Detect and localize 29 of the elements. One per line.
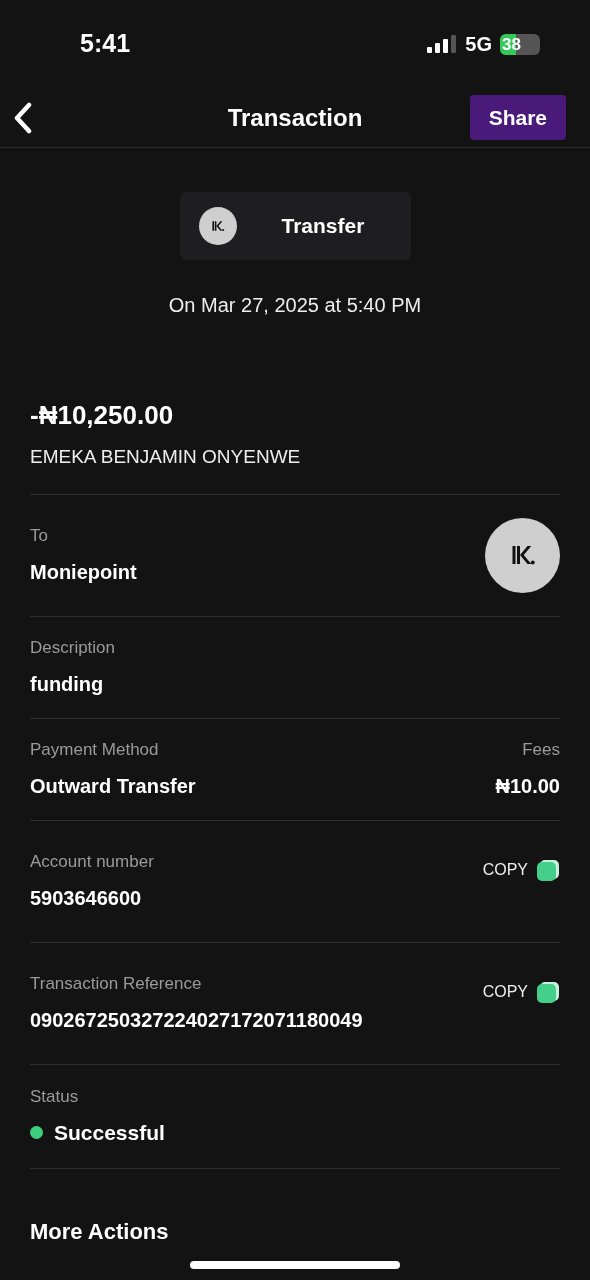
signal-icon — [427, 34, 458, 54]
copy-button[interactable]: COPY — [482, 979, 560, 1004]
logo-icon — [198, 207, 237, 245]
copy-icon — [536, 857, 560, 882]
field-label: Payment Method — [30, 739, 159, 762]
network-label: 5G — [465, 32, 492, 57]
field-label: To — [30, 525, 48, 548]
copy-icon — [536, 979, 560, 1004]
copy-button[interactable]: COPY — [482, 857, 560, 882]
field-value: ₦10.00 — [495, 773, 560, 799]
field-label: Description — [30, 637, 116, 660]
transaction-type-chip: Transfer — [179, 192, 411, 260]
field-label: Fees — [522, 739, 560, 762]
recipient-name: EMEKA BENJAMIN ONYENWE — [30, 445, 301, 469]
field-value: Outward Transfer — [30, 773, 196, 799]
status-value: Successful — [54, 1120, 165, 1146]
share-button[interactable]: Share — [469, 95, 566, 140]
field-value: Moniepoint — [30, 559, 137, 585]
field-label: Status — [30, 1085, 79, 1108]
field-value: funding — [30, 671, 104, 697]
screen-title: Transaction — [227, 102, 363, 133]
section-heading: More Actions — [30, 1218, 169, 1244]
amount-text: -₦10,250.00 — [30, 399, 174, 432]
field-label: Transaction Reference — [30, 973, 202, 996]
field-value: 5903646600 — [30, 885, 142, 911]
status-time: 5:41 — [80, 28, 131, 60]
transaction-date: On Mar 27, 2025 at 5:40 PM — [168, 293, 422, 318]
field-value: 090267250327224027172071180049 — [30, 1007, 363, 1033]
field-label: Account number — [30, 851, 154, 874]
